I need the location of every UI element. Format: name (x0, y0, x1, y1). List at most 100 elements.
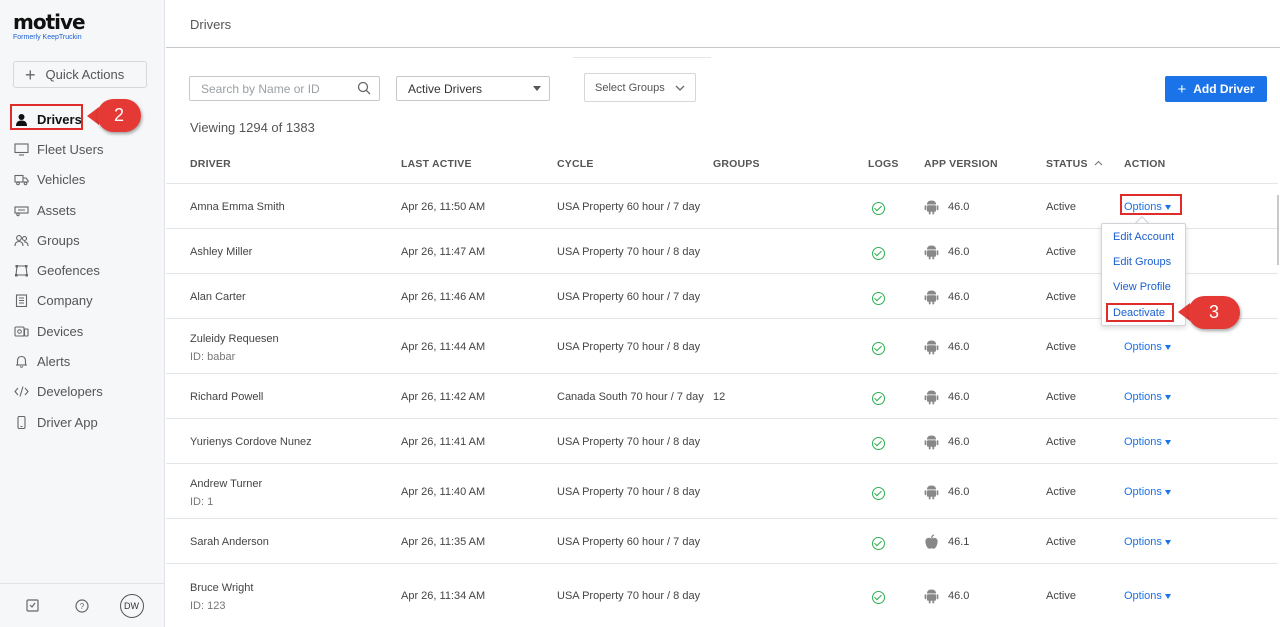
sidebar-item-vehicles[interactable]: Vehicles (0, 165, 165, 195)
driver-name-cell[interactable]: Zuleidy Requesen ID: babar (190, 333, 279, 363)
logs-ok-icon[interactable] (872, 487, 885, 500)
search-field[interactable] (189, 76, 380, 101)
options-label: Options (1124, 590, 1162, 602)
android-icon (924, 588, 939, 604)
options-button[interactable]: Options (1124, 341, 1171, 353)
table-row[interactable]: Sarah Anderson Apr 26, 11:35 AM USA Proper… (166, 518, 1278, 563)
driver-name-cell[interactable]: Bruce Wright ID: 123 (190, 582, 253, 612)
menu-item-edit-groups[interactable]: Edit Groups (1113, 256, 1171, 268)
plus-icon: + (1177, 80, 1187, 98)
driver-name-cell[interactable]: Andrew Turner ID: 1 (190, 478, 262, 508)
quick-actions-button[interactable]: + Quick Actions (13, 61, 147, 88)
sidebar-item-developers[interactable]: Developers (0, 377, 165, 407)
help-center-icon[interactable] (22, 595, 44, 617)
driver-name[interactable]: Bruce Wright (190, 582, 253, 594)
driver-name-cell[interactable]: Alan Carter (190, 291, 246, 303)
driver-name[interactable]: Sarah Anderson (190, 536, 269, 548)
sidebar-item-label: Developers (37, 384, 103, 400)
driver-name-cell[interactable]: Amna Emma Smith (190, 201, 285, 213)
menu-item-edit-account[interactable]: Edit Account (1113, 231, 1174, 243)
cycle-cell: USA Property 60 hour / 7 day (557, 201, 701, 213)
driver-name-cell[interactable]: Ashley Miller (190, 246, 252, 258)
driver-name[interactable]: Alan Carter (190, 291, 246, 303)
table-row[interactable]: Yurienys Cordove Nunez Apr 26, 11:41 AM US… (166, 418, 1278, 463)
groups-select[interactable]: Select Groups (584, 73, 696, 102)
driver-name[interactable]: Ashley Miller (190, 246, 252, 258)
driver-name-cell[interactable]: Sarah Anderson (190, 536, 269, 548)
driver-name[interactable]: Yurienys Cordove Nunez (190, 436, 312, 448)
column-header-app-version[interactable]: APP VERSION (924, 158, 998, 170)
status-cell: Active (1046, 436, 1076, 448)
logs-ok-icon[interactable] (872, 202, 885, 215)
table-row[interactable]: Bruce Wright ID: 123 Apr 26, 11:34 AM USA P… (166, 563, 1278, 627)
search-icon[interactable] (357, 81, 371, 98)
sidebar-item-label: Groups (37, 232, 80, 248)
users-icon (13, 232, 29, 248)
driver-id: ID: babar (190, 351, 236, 363)
options-button[interactable]: Options (1124, 486, 1171, 498)
add-driver-button[interactable]: + Add Driver (1165, 76, 1267, 102)
column-header-logs[interactable]: LOGS (868, 158, 899, 170)
driver-name-cell[interactable]: Yurienys Cordove Nunez (190, 436, 312, 448)
column-header-last-active[interactable]: LAST ACTIVE (401, 158, 472, 170)
logs-ok-icon[interactable] (872, 342, 885, 355)
column-header-status[interactable]: STATUS (1046, 158, 1103, 170)
menu-item-view-profile[interactable]: View Profile (1113, 281, 1171, 293)
options-button[interactable]: Options (1124, 536, 1171, 548)
driver-name[interactable]: Andrew Turner (190, 478, 262, 490)
scrollbar[interactable] (1277, 195, 1279, 265)
driver-name[interactable]: Zuleidy Requesen (190, 333, 279, 345)
options-button[interactable]: Options (1124, 590, 1171, 602)
caret-down-icon (1164, 593, 1171, 599)
sidebar-footer: ? DW (0, 583, 165, 627)
options-button[interactable]: Options (1124, 391, 1171, 403)
column-header-driver[interactable]: DRIVER (190, 158, 231, 170)
sidebar-item-company[interactable]: Company (0, 286, 165, 316)
help-icon[interactable]: ? (71, 595, 93, 617)
app-version-cell: 46.0 (948, 341, 970, 353)
sidebar-item-assets[interactable]: Assets (0, 195, 165, 225)
column-header-groups[interactable]: GROUPS (713, 158, 760, 170)
groups-select-label: Select Groups (595, 81, 665, 94)
truck-icon (13, 172, 29, 188)
table-row[interactable]: Amna Emma Smith Apr 26, 11:50 AM USA Prope… (166, 183, 1278, 228)
sidebar-item-alerts[interactable]: Alerts (0, 346, 165, 376)
logs-ok-icon[interactable] (872, 437, 885, 450)
sidebar-item-geofences[interactable]: Geofences (0, 255, 165, 285)
driver-name[interactable]: Amna Emma Smith (190, 201, 285, 213)
search-input[interactable] (190, 77, 350, 100)
caret-down-icon (1164, 394, 1171, 400)
driver-status-select[interactable]: Active Drivers (396, 76, 550, 101)
table-row[interactable]: Andrew Turner ID: 1 Apr 26, 11:40 AM USA Pr… (166, 463, 1278, 518)
table-row[interactable]: Zuleidy Requesen ID: babar Apr 26, 11:44 A… (166, 318, 1278, 373)
logs-ok-icon[interactable] (872, 591, 885, 604)
plus-icon: + (25, 64, 36, 85)
status-cell: Active (1046, 391, 1076, 403)
driver-status-value: Active Drivers (408, 81, 483, 96)
top-bar: Drivers (166, 0, 1280, 48)
caret-down-icon (1164, 344, 1171, 350)
callout-2: 2 (97, 99, 141, 132)
driver-name[interactable]: Richard Powell (190, 391, 263, 403)
sidebar-item-devices[interactable]: Devices (0, 316, 165, 346)
logo-tagline: Formerly KeepTruckin (13, 34, 82, 41)
sidebar-item-driver-app[interactable]: Driver App (0, 407, 165, 437)
sidebar-item-groups[interactable]: Groups (0, 225, 165, 255)
options-button[interactable]: Options (1124, 436, 1171, 448)
driver-name-cell[interactable]: Richard Powell (190, 391, 263, 403)
status-cell: Active (1046, 536, 1076, 548)
logs-ok-icon[interactable] (872, 392, 885, 405)
driver-id: ID: 123 (190, 600, 226, 612)
motive-logo[interactable]: motive Formerly KeepTruckin (13, 12, 86, 42)
avatar[interactable]: DW (119, 593, 144, 618)
app-version-cell: 46.0 (948, 590, 970, 602)
column-header-cycle[interactable]: CYCLE (557, 158, 594, 170)
android-icon (924, 244, 939, 260)
app-version-cell: 46.0 (948, 291, 970, 303)
logs-ok-icon[interactable] (872, 292, 885, 305)
logs-ok-icon[interactable] (872, 537, 885, 550)
logs-ok-icon[interactable] (872, 247, 885, 260)
sidebar-item-fleet-users[interactable]: Fleet Users (0, 134, 165, 164)
table-row[interactable]: Richard Powell Apr 26, 11:42 AM Canada Sou… (166, 373, 1278, 418)
last-active-cell: Apr 26, 11:50 AM (401, 201, 486, 213)
